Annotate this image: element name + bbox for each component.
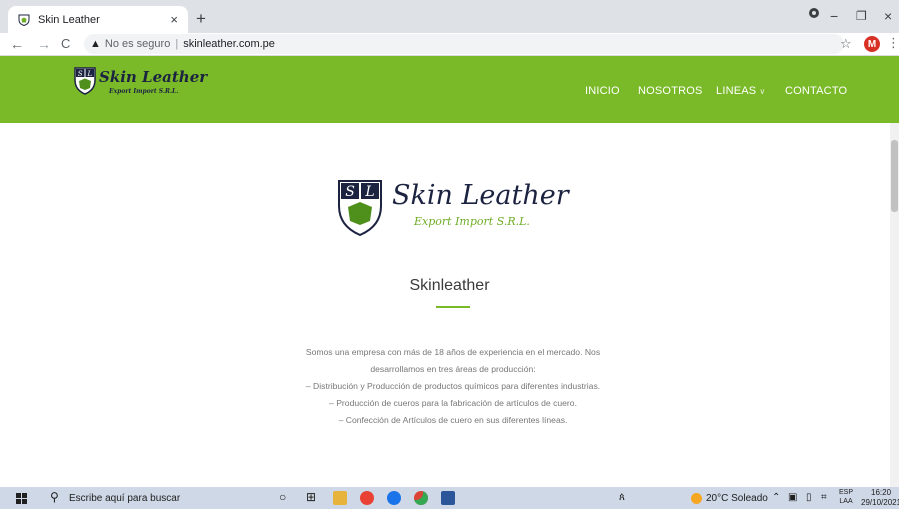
lang-line: LAA (839, 498, 853, 505)
clock[interactable]: 16:20 29/10/2021 (861, 488, 899, 508)
chevron-down-icon: ∨ (759, 87, 766, 96)
language-indicator[interactable]: ESP LAA (839, 488, 853, 506)
search-icon[interactable]: ⚲ (50, 490, 59, 504)
close-window-button[interactable]: × (884, 8, 892, 24)
restore-button[interactable]: ❐ (856, 9, 867, 23)
lang-line: ESP (839, 489, 854, 496)
clock-time: 16:20 (871, 488, 892, 497)
tab-close-icon[interactable]: × (170, 12, 178, 27)
browser-tabstrip: Skin Leather × + − ❐ × (0, 0, 899, 33)
separator: | (175, 38, 179, 50)
scrollbar-thumb[interactable] (891, 140, 898, 212)
tray-chevron-up-icon[interactable]: ⌃ (772, 492, 780, 503)
word-icon[interactable] (441, 491, 455, 505)
nav-item-lineas[interactable]: LINEAS ∨ (716, 85, 765, 97)
warning-triangle-icon[interactable]: ▲ (90, 38, 101, 50)
menu-kebab-icon[interactable]: ⋮ (887, 35, 899, 51)
forward-arrow-icon[interactable]: → (37, 36, 51, 52)
minimize-button[interactable]: − (830, 8, 838, 24)
network-icon[interactable]: ⌗ (821, 492, 827, 503)
site-header: S L Skin Leather Export Import S.R.L. IN… (0, 56, 899, 123)
file-explorer-icon[interactable] (333, 491, 347, 505)
logo-initial-s: S (78, 70, 83, 78)
hero-initial-s: S (345, 184, 355, 200)
title-underline (436, 306, 470, 308)
about-line: – Distribución y Producción de productos… (305, 381, 601, 391)
hero-brand-subtitle: Export Import S.R.L. (414, 215, 530, 228)
site-favicon-icon (18, 14, 30, 26)
back-arrow-icon[interactable]: ← (10, 36, 24, 52)
nav-item-nosotros[interactable]: NOSOTROS (638, 85, 703, 97)
nav-item-inicio[interactable]: INICIO (585, 85, 620, 97)
windows-start-icon[interactable] (16, 493, 27, 504)
hero-logo: S L Skin Leather Export Import S.R.L. (336, 178, 596, 240)
hero-brand-name: Skin Leather (392, 180, 569, 211)
people-icon[interactable]: ጰ (619, 492, 625, 503)
about-line: desarrollamos en tres áreas de producció… (370, 364, 536, 374)
new-tab-button[interactable]: + (196, 9, 206, 29)
weather-text[interactable]: 20°C Soleado (706, 493, 768, 504)
browser-toolbar: ← → C ▲ No es seguro | skinleather.com.p… (0, 33, 899, 56)
taskbar-search-input[interactable]: Escribe aquí para buscar (69, 493, 180, 504)
cortana-icon[interactable]: ○ (279, 490, 286, 504)
nav-item-contacto[interactable]: CONTACTO (785, 85, 847, 97)
header-logo[interactable]: S L Skin Leather Export Import S.R.L. (73, 66, 213, 106)
chrome-icon[interactable] (360, 491, 374, 505)
chrome-profile-icon[interactable] (414, 491, 428, 505)
task-view-icon[interactable]: ⊞ (306, 490, 316, 504)
about-line: – Confección de Artículos de cuero en su… (338, 415, 568, 425)
tab-title: Skin Leather (38, 13, 100, 26)
about-paragraph: Somos una empresa con más de 18 años de … (230, 344, 676, 429)
shield-logo-large-icon: S L (338, 180, 382, 237)
hero-initial-l: L (364, 184, 374, 200)
bookmark-star-icon[interactable]: ☆ (840, 36, 852, 52)
clock-date: 29/10/2021 (861, 498, 899, 507)
extension-icon[interactable] (808, 6, 820, 22)
nav-item-lineas-label: LINEAS (716, 85, 757, 97)
insecure-label[interactable]: No es seguro (105, 38, 170, 50)
address-bar[interactable]: ▲ No es seguro | skinleather.com.pe (84, 34, 844, 54)
header-brand-name: Skin Leather (99, 68, 208, 86)
about-line: – Producción de cueros para la fabricaci… (329, 398, 577, 408)
shield-logo-icon: S L (74, 67, 96, 95)
windows-taskbar: ⚲ Escribe aquí para buscar ○ ⊞ ጰ 20°C So… (0, 487, 899, 509)
reload-icon[interactable]: C (61, 36, 70, 51)
section-title: Skinleather (409, 277, 490, 294)
browser-tab[interactable]: Skin Leather × (8, 6, 188, 33)
edge-icon[interactable] (387, 491, 401, 505)
notes-icon[interactable]: ▣ (788, 492, 797, 503)
logo-initial-l: L (86, 70, 92, 78)
header-brand-subtitle: Export Import S.R.L. (109, 88, 179, 95)
url-text[interactable]: skinleather.com.pe (183, 38, 275, 50)
battery-icon[interactable]: ▯ (806, 492, 812, 503)
profile-avatar[interactable]: M (864, 36, 880, 52)
weather-sun-icon[interactable] (691, 493, 702, 504)
about-line: Somos una empresa con más de 18 años de … (305, 347, 601, 357)
